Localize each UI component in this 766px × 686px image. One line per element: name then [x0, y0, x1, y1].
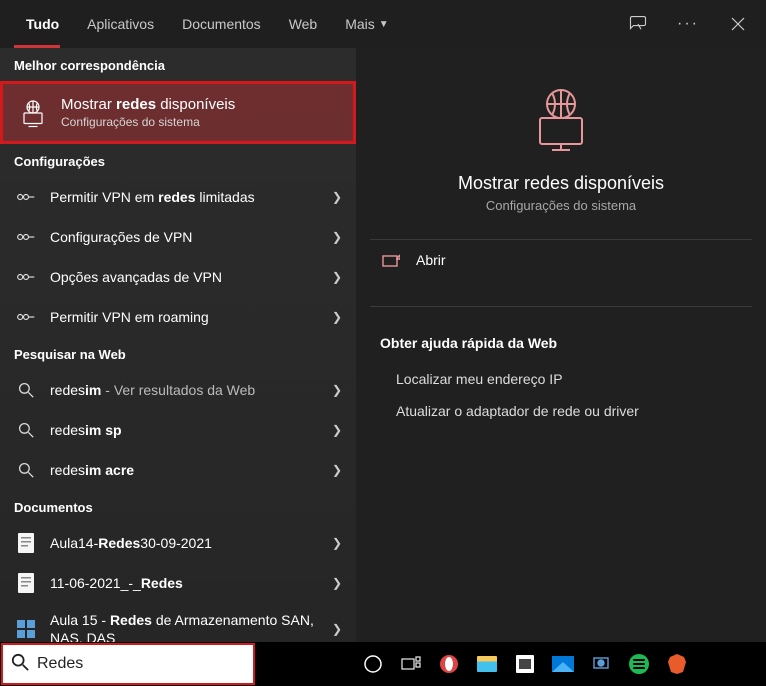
preview-title: Mostrar redes disponíveis	[380, 173, 742, 194]
section-documents: Documentos	[0, 490, 356, 523]
chevron-right-icon: ❯	[332, 270, 342, 284]
search-icon	[14, 378, 38, 402]
help-link-ip[interactable]: Localizar meu endereço IP	[380, 363, 742, 395]
task-view-icon[interactable]	[393, 646, 429, 682]
web-result-redesim-acre[interactable]: redesim acre ❯	[0, 450, 356, 490]
mail-icon[interactable]	[545, 646, 581, 682]
doc-result-2[interactable]: 11-06-2021_-_Redes ❯	[0, 563, 356, 603]
file-explorer-icon[interactable]	[469, 646, 505, 682]
tab-docs[interactable]: Documentos	[168, 0, 275, 48]
chevron-right-icon: ❯	[332, 230, 342, 244]
doc-label: Aula14-Redes30-09-2021	[50, 534, 324, 552]
web-result-label: redesim acre	[50, 461, 324, 479]
doc-icon	[14, 531, 38, 555]
doc-label: Aula 15 - Redes de Armazenamento SAN, NA…	[50, 611, 324, 642]
app-icon-opera[interactable]	[431, 646, 467, 682]
vpn-icon	[14, 265, 38, 289]
search-icon	[14, 418, 38, 442]
chevron-right-icon: ❯	[332, 190, 342, 204]
tab-more[interactable]: Mais ▼	[331, 0, 402, 48]
setting-label: Opções avançadas de VPN	[50, 268, 324, 286]
section-best-match: Melhor correspondência	[0, 48, 356, 81]
setting-vpn-roaming[interactable]: Permitir VPN em roaming ❯	[0, 297, 356, 337]
search-icon	[14, 458, 38, 482]
setting-vpn-config[interactable]: Configurações de VPN ❯	[0, 217, 356, 257]
brave-icon[interactable]	[659, 646, 695, 682]
web-result-redesim-sp[interactable]: redesim sp ❯	[0, 410, 356, 450]
globe-monitor-icon	[17, 97, 49, 129]
tab-more-label: Mais	[345, 16, 375, 32]
divider	[370, 306, 752, 307]
network-icon[interactable]	[583, 646, 619, 682]
more-options-icon[interactable]: ···	[672, 8, 704, 40]
setting-label: Permitir VPN em roaming	[50, 308, 324, 326]
setting-vpn-limited[interactable]: Permitir VPN em redes limitadas ❯	[0, 177, 356, 217]
best-match-title: Mostrar redes disponíveis	[61, 96, 235, 113]
action-open-label: Abrir	[416, 252, 446, 268]
setting-label: Permitir VPN em redes limitadas	[50, 188, 324, 206]
tab-apps[interactable]: Aplicativos	[73, 0, 168, 48]
doc-label: 11-06-2021_-_Redes	[50, 574, 324, 592]
chevron-right-icon: ❯	[332, 622, 342, 636]
taskbar	[255, 642, 695, 686]
chevron-right-icon: ❯	[332, 536, 342, 550]
preview-globe-icon	[526, 84, 596, 159]
setting-vpn-advanced[interactable]: Opções avançadas de VPN ❯	[0, 257, 356, 297]
best-match-item[interactable]: Mostrar redes disponíveis Configurações …	[0, 81, 356, 144]
store-icon[interactable]	[507, 646, 543, 682]
doc-result-1[interactable]: Aula14-Redes30-09-2021 ❯	[0, 523, 356, 563]
web-result-redesim[interactable]: redesim - Ver resultados da Web ❯	[0, 370, 356, 410]
chevron-right-icon: ❯	[332, 576, 342, 590]
tab-docs-label: Documentos	[182, 16, 261, 32]
section-settings: Configurações	[0, 144, 356, 177]
chevron-right-icon: ❯	[332, 423, 342, 437]
tab-web[interactable]: Web	[275, 0, 332, 48]
action-open[interactable]: Abrir	[380, 240, 742, 280]
help-link-driver[interactable]: Atualizar o adaptador de rede ou driver	[380, 395, 742, 427]
section-web: Pesquisar na Web	[0, 337, 356, 370]
preview-pane: Mostrar redes disponíveis Configurações …	[356, 48, 766, 642]
results-pane: Melhor correspondência Mostrar redes dis…	[0, 48, 356, 642]
search-input[interactable]	[37, 645, 253, 683]
search-tabs: Tudo Aplicativos Documentos Web Mais ▼ ·…	[0, 0, 766, 48]
feedback-icon[interactable]	[622, 8, 654, 40]
close-icon[interactable]	[722, 8, 754, 40]
vpn-icon	[14, 185, 38, 209]
cortana-icon[interactable]	[355, 646, 391, 682]
best-match-subtitle: Configurações do sistema	[61, 115, 235, 129]
web-result-label: redesim sp	[50, 421, 324, 439]
spotify-icon[interactable]	[621, 646, 657, 682]
vpn-icon	[14, 305, 38, 329]
taskbar-area	[0, 642, 766, 686]
search-box[interactable]	[1, 643, 255, 685]
chevron-right-icon: ❯	[332, 310, 342, 324]
open-icon	[380, 253, 402, 267]
tab-apps-label: Aplicativos	[87, 16, 154, 32]
chevron-down-icon: ▼	[379, 19, 389, 30]
tab-all[interactable]: Tudo	[12, 0, 73, 48]
doc-result-3[interactable]: Aula 15 - Redes de Armazenamento SAN, NA…	[0, 603, 356, 642]
chevron-right-icon: ❯	[332, 383, 342, 397]
main-content: Melhor correspondência Mostrar redes dis…	[0, 48, 766, 642]
setting-label: Configurações de VPN	[50, 228, 324, 246]
tab-all-label: Tudo	[26, 16, 59, 32]
doc-icon	[14, 617, 38, 641]
tab-web-label: Web	[289, 16, 318, 32]
preview-subtitle: Configurações do sistema	[380, 198, 742, 213]
web-result-label: redesim - Ver resultados da Web	[50, 381, 324, 399]
help-header: Obter ajuda rápida da Web	[380, 335, 742, 351]
vpn-icon	[14, 225, 38, 249]
doc-icon	[14, 571, 38, 595]
chevron-right-icon: ❯	[332, 463, 342, 477]
search-icon	[11, 653, 29, 676]
